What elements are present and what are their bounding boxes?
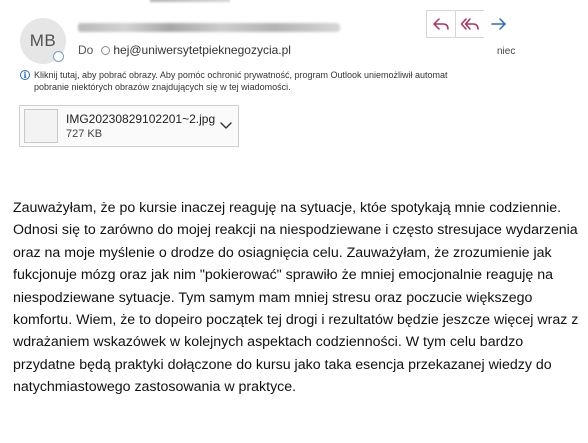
sender-redacted	[78, 19, 340, 35]
to-label: Do	[78, 43, 94, 57]
attachment-size: 727 KB	[66, 128, 103, 140]
to-row: Do hej@uniwersytetpieknegozycia.pl	[78, 43, 291, 57]
message-paragraph: Zauważyłam, że po kursie inaczej reaguję…	[13, 200, 579, 396]
avatar-initials: MB	[29, 31, 57, 50]
presence-status-icon	[53, 51, 64, 62]
message-actions	[426, 10, 514, 38]
attachment-menu-button[interactable]	[218, 119, 234, 133]
reply-all-icon	[460, 18, 479, 30]
chevron-down-icon	[220, 122, 232, 129]
reply-all-button[interactable]	[455, 10, 485, 38]
info-bar-line2: pobranie niektórych obrazów znajdujących…	[34, 82, 291, 92]
message-body: Zauważyłam, że po kursie inaczej reaguję…	[13, 197, 583, 399]
email-header: MB Do hej@uniwersytetpieknegozycia.pl ni…	[0, 0, 588, 170]
forward-button[interactable]	[484, 10, 514, 38]
attachment-thumbnail	[24, 109, 58, 143]
attachment-card[interactable]: IMG20230829102201~2.jpg 727 KB	[19, 105, 239, 147]
attachment-filename: IMG20230829102201~2.jpg	[66, 112, 216, 126]
recipient-status-icon	[101, 45, 111, 55]
redacted-text	[150, 0, 230, 2]
forward-icon	[491, 18, 506, 30]
date-text: niec	[497, 46, 516, 57]
info-bar-line1: Kliknij tutaj, aby pobrać obrazy. Aby po…	[34, 70, 448, 80]
info-icon: i	[20, 70, 30, 80]
recipient-address[interactable]: hej@uniwersytetpieknegozycia.pl	[113, 43, 291, 57]
reply-icon	[433, 18, 449, 30]
reply-button[interactable]	[426, 10, 456, 38]
